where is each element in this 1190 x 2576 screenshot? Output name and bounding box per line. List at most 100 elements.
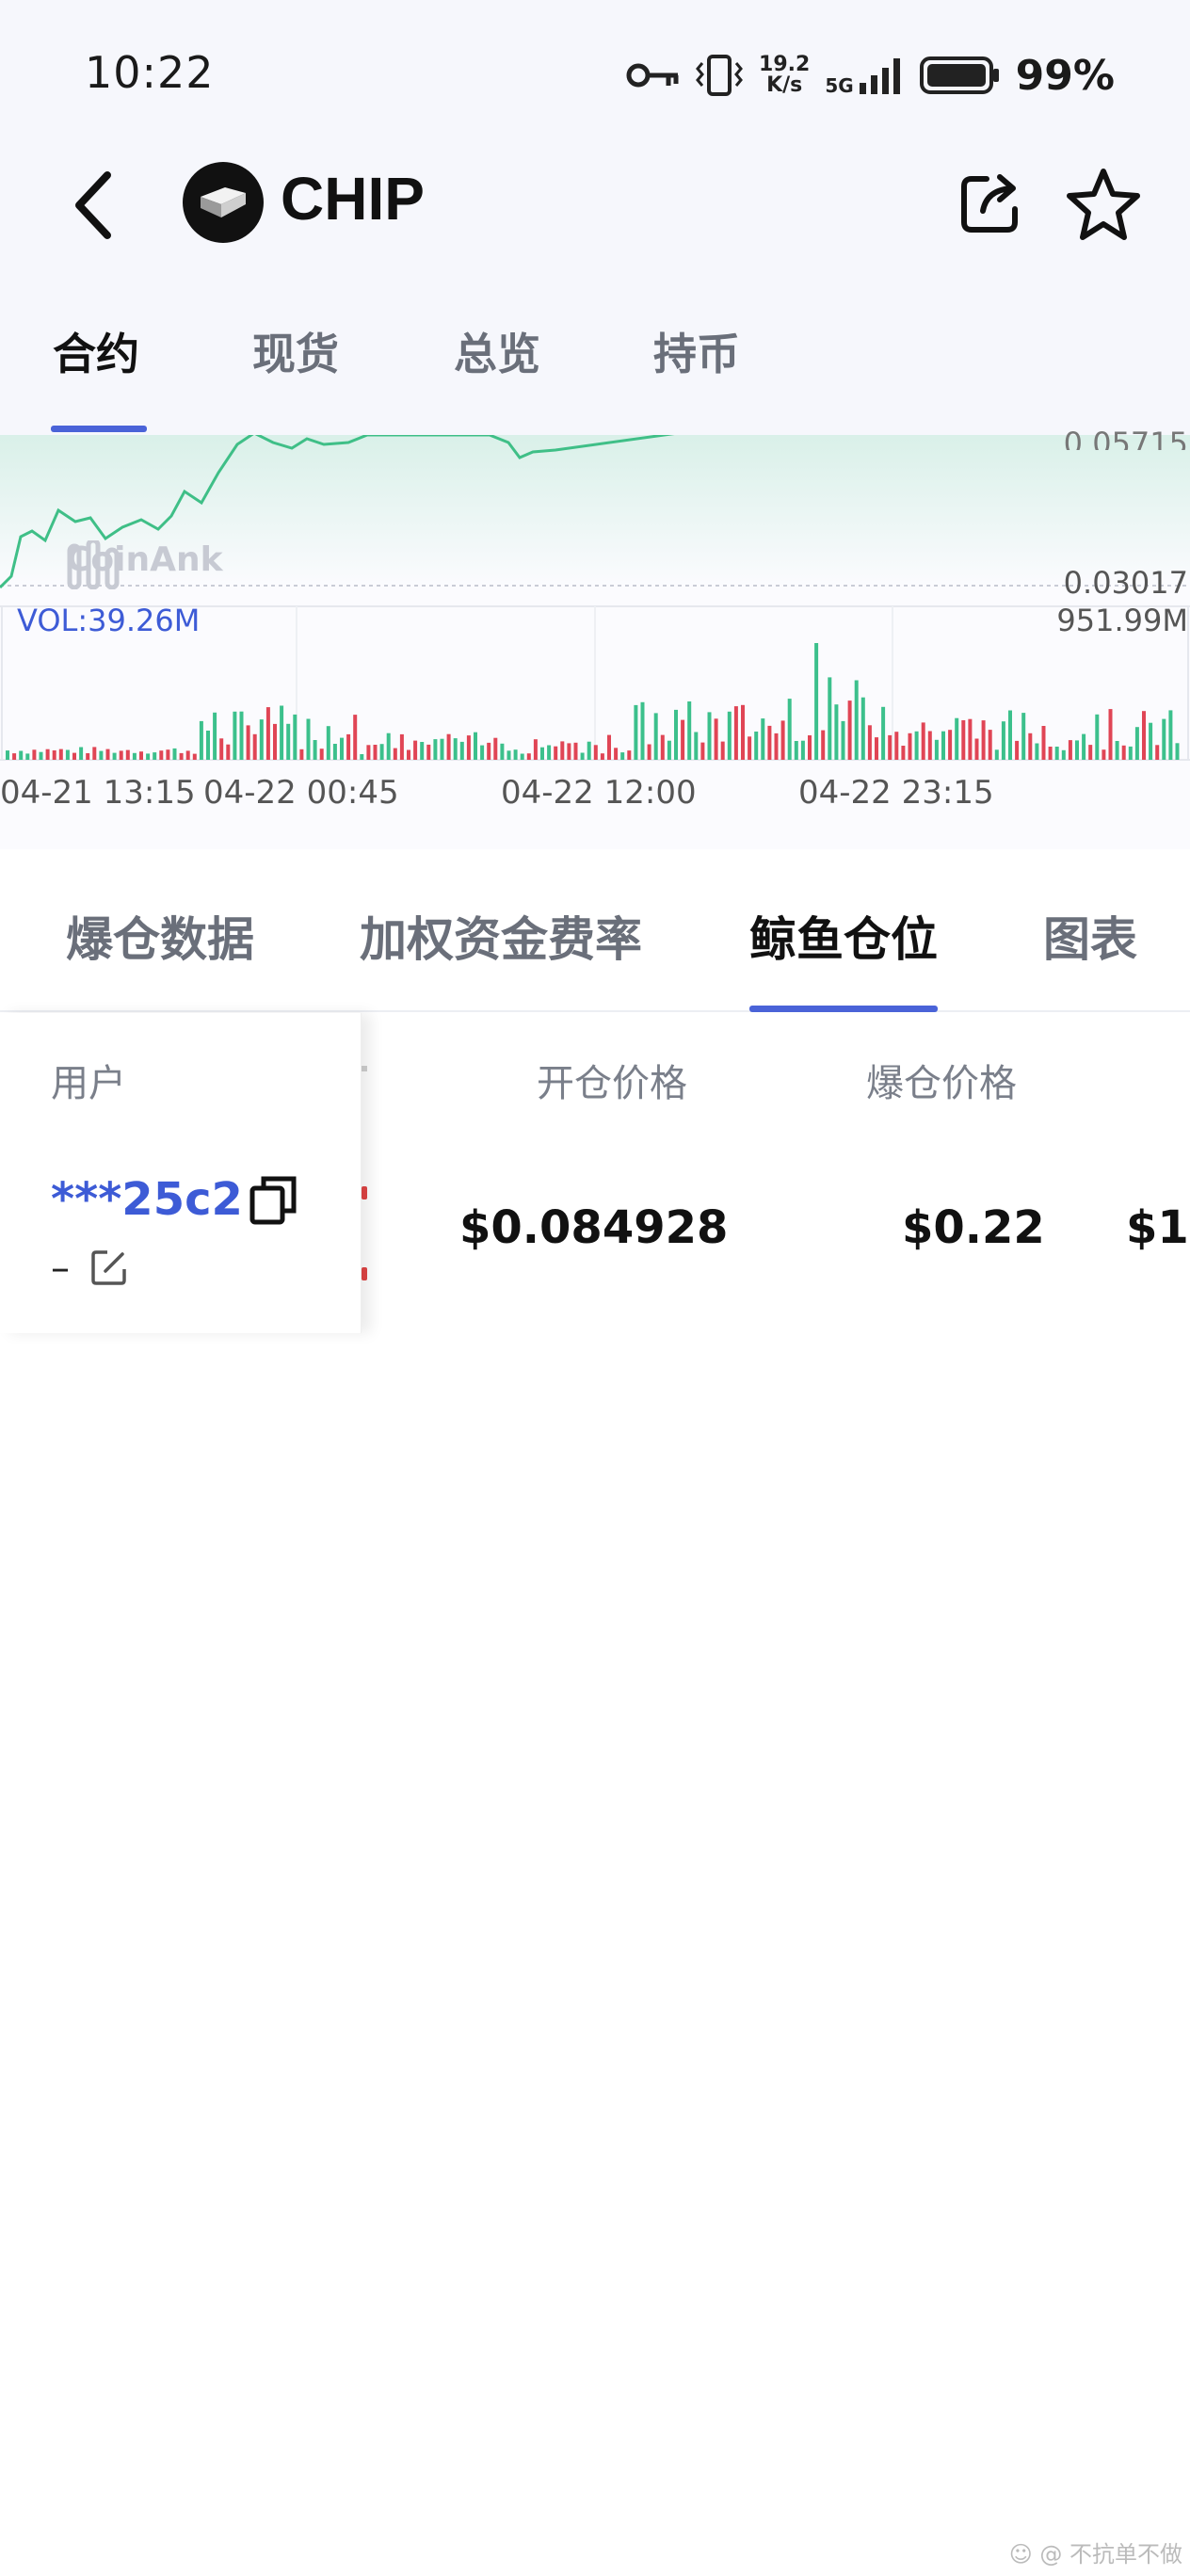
volume-bar <box>273 723 277 760</box>
volume-bar <box>45 749 50 760</box>
volume-bar <box>480 745 485 760</box>
chevron-left-icon <box>75 171 111 239</box>
tab-whale-positions[interactable]: 鲸鱼仓位 <box>749 902 938 970</box>
volume-bar <box>860 697 865 760</box>
volume-bar <box>513 749 518 760</box>
volume-bar <box>179 752 184 760</box>
volume-bar <box>199 720 203 760</box>
volume-bar <box>1054 747 1059 760</box>
volume-bar <box>39 751 43 760</box>
tab-weighted-funding-rate[interactable]: 加权资金费率 <box>360 902 642 970</box>
price-label-low: 0.03017 <box>1063 565 1188 601</box>
chip-logo-icon <box>201 187 246 217</box>
volume-bar <box>1028 733 1033 760</box>
volume-bar <box>353 715 358 760</box>
volume-bar <box>426 744 431 760</box>
volume-bar <box>614 748 619 760</box>
volume-bar <box>607 734 611 760</box>
volume-bar <box>1121 745 1126 760</box>
tab-contract[interactable]: 合约 <box>53 320 139 382</box>
volume-bar <box>968 718 973 760</box>
coin-name: CHIP <box>281 165 425 233</box>
tab-holdings[interactable]: 持币 <box>653 320 740 382</box>
favorite-button[interactable] <box>1066 166 1141 241</box>
volume-bar <box>313 740 317 760</box>
volume-bar <box>1175 743 1180 760</box>
back-button[interactable] <box>64 168 121 243</box>
volume-bar <box>72 752 76 760</box>
status-bar: 10:22 19.2 K/s 5G 99% <box>0 0 1190 141</box>
volume-bar <box>881 706 886 760</box>
vol-max-label: 951.99M <box>1056 603 1188 638</box>
volume-bar <box>854 680 859 760</box>
volume-bar <box>593 745 598 760</box>
volume-bar <box>386 733 391 760</box>
volume-bar <box>233 711 237 760</box>
volume-bar <box>981 720 986 760</box>
volume-bar <box>1168 710 1173 760</box>
volume-bar <box>787 699 792 760</box>
x-tick-2: 04-22 00:45 <box>203 774 399 812</box>
volume-bar <box>927 731 932 760</box>
volume-bar <box>1015 740 1020 760</box>
user-address[interactable]: ***25c2 <box>51 1173 243 1226</box>
copy-button[interactable] <box>249 1173 299 1226</box>
volume-bar <box>393 748 397 760</box>
main-tabs: 合约 现货 总览 持币 <box>0 311 1190 433</box>
volume-bar <box>259 719 264 760</box>
volume-bar <box>433 739 438 760</box>
volume-bar <box>252 733 257 760</box>
volume-bar <box>413 740 418 760</box>
volume-bar <box>172 748 177 760</box>
volume-bar <box>507 750 511 760</box>
status-icons: 19.2 K/s 5G 99% <box>625 49 1115 102</box>
volume-bar <box>159 750 164 760</box>
edit-note-button[interactable] <box>90 1248 128 1286</box>
volume-bar <box>453 738 458 760</box>
volume-bar <box>146 753 151 760</box>
volume-bar <box>340 737 344 760</box>
net-speed: 19.2 K/s <box>759 55 810 96</box>
vol-label: VOL:39.26M <box>17 603 201 638</box>
volume-bar <box>1061 749 1066 760</box>
x-tick-3: 04-22 12:00 <box>501 774 697 812</box>
volume-bar <box>587 741 591 760</box>
tab-spot[interactable]: 现货 <box>252 320 339 382</box>
tab-liquidation-data[interactable]: 爆仓数据 <box>66 902 254 970</box>
header-open-price: 开仓价格 <box>537 1062 687 1105</box>
volume-bar <box>125 749 130 760</box>
volume-bar <box>493 737 498 760</box>
share-button[interactable] <box>955 168 1026 239</box>
price-chart[interactable]: 0.05715 CoinAnk 0.03017 VOL:39.26M 951.9… <box>0 426 1190 849</box>
volume-bar <box>908 733 912 760</box>
volume-bar <box>487 742 491 760</box>
volume-bar <box>65 749 70 760</box>
volume-bar <box>941 731 945 760</box>
volume-bar <box>112 752 117 760</box>
header-user: 用户 <box>51 1062 126 1105</box>
battery-icon <box>919 56 999 94</box>
price-label-top: 0.05715 <box>1063 426 1188 450</box>
volume-bar <box>58 749 63 760</box>
volume-bar <box>867 725 872 760</box>
copy-icon <box>249 1176 297 1225</box>
volume-bars <box>6 643 1180 760</box>
volume-bar <box>834 704 839 760</box>
cell-next-partial: $14 <box>1126 1201 1190 1254</box>
volume-bar <box>500 743 505 760</box>
share-icon <box>961 174 1018 233</box>
volume-bar <box>580 752 585 760</box>
user-column: 用户 ***25c2 – <box>0 1013 362 1333</box>
volume-bar <box>821 730 826 760</box>
volume-bar <box>459 741 464 760</box>
volume-bar <box>1108 709 1113 760</box>
volume-bar <box>888 734 892 760</box>
tab-overview[interactable]: 总览 <box>454 320 540 382</box>
volume-bar <box>1075 740 1079 760</box>
tab-charts[interactable]: 图表 <box>1043 902 1137 970</box>
volume-bar <box>346 733 351 760</box>
volume-bar <box>875 737 878 760</box>
volume-bar <box>373 745 378 760</box>
volume-bar <box>1068 740 1072 760</box>
volume-bar <box>660 734 665 760</box>
